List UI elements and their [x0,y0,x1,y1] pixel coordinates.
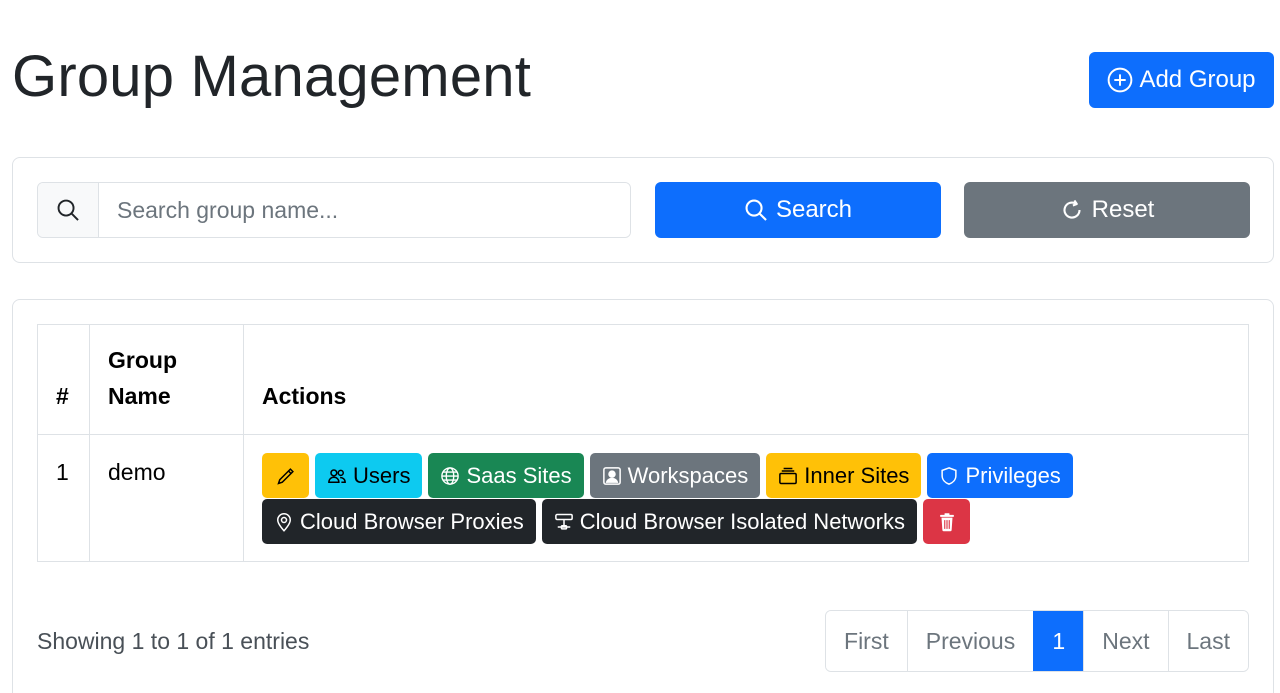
add-group-button[interactable]: Add Group [1089,52,1274,108]
cloud-browser-isolated-networks-label: Cloud Browser Isolated Networks [579,508,905,534]
page-last[interactable]: Last [1167,611,1248,671]
workspaces-button[interactable]: Workspaces [589,453,761,498]
globe-icon [441,466,460,485]
page-next[interactable]: Next [1083,611,1168,671]
person-square-icon [602,466,621,485]
row-group-name: demo [89,434,244,562]
network-icon [554,513,573,530]
privileges-label: Privileges [965,462,1061,488]
reset-button[interactable]: Reset [964,182,1250,238]
reset-button-label: Reset [1091,196,1155,223]
column-header-actions: Actions [243,324,1249,435]
plus-circle-icon [1108,67,1133,93]
inner-sites-button[interactable]: Inner Sites [766,453,922,498]
add-group-label: Add Group [1139,66,1256,93]
collection-icon [779,467,798,484]
shield-icon [941,466,958,485]
table-header-row: # Group Name Actions [37,324,1249,435]
geo-pin-icon [276,512,292,532]
search-input[interactable] [99,183,630,237]
row-number: 1 [37,434,90,562]
entries-info: Showing 1 to 1 of 1 entries [37,628,310,654]
people-icon [328,468,346,483]
pagination: First Previous 1 Next Last [825,610,1249,672]
row-actions: Users Saas Sites Workspaces Inner Sites … [243,434,1249,562]
workspaces-label: Workspaces [627,462,749,488]
search-icon [57,199,79,221]
page-header: Group Management Add Group [12,40,1274,120]
refresh-icon [1063,199,1081,219]
column-header-number: # [37,324,90,435]
privileges-button[interactable]: Privileges [927,453,1073,498]
page-title: Group Management [12,44,532,109]
saas-sites-button[interactable]: Saas Sites [428,453,584,498]
actions-group: Users Saas Sites Workspaces Inner Sites … [262,453,1162,544]
edit-button[interactable] [262,453,309,498]
groups-table: # Group Name Actions 1 demo Users Saas S… [37,324,1249,562]
cloud-browser-proxies-button[interactable]: Cloud Browser Proxies [262,499,536,544]
search-button[interactable]: Search [655,182,941,238]
page-current[interactable]: 1 [1033,611,1084,671]
pencil-icon [276,467,294,485]
table-row: 1 demo Users Saas Sites Workspaces Inner… [37,434,1249,562]
search-button-label: Search [775,196,853,223]
saas-sites-label: Saas Sites [466,462,572,488]
page-previous[interactable]: Previous [906,611,1034,671]
table-card: # Group Name Actions 1 demo Users Saas S… [12,299,1274,693]
search-input-group [37,182,631,238]
search-prefix [38,183,99,237]
trash-icon [939,512,954,531]
users-label: Users [353,462,411,488]
search-card: Search Reset [12,157,1274,263]
search-icon [745,199,767,221]
column-header-group-name: Group Name [89,324,244,435]
delete-button[interactable] [923,499,970,544]
cloud-browser-proxies-label: Cloud Browser Proxies [300,508,524,534]
page-first[interactable]: First [826,611,907,671]
users-button[interactable]: Users [315,453,423,498]
cloud-browser-isolated-networks-button[interactable]: Cloud Browser Isolated Networks [541,499,917,544]
inner-sites-label: Inner Sites [804,462,910,488]
